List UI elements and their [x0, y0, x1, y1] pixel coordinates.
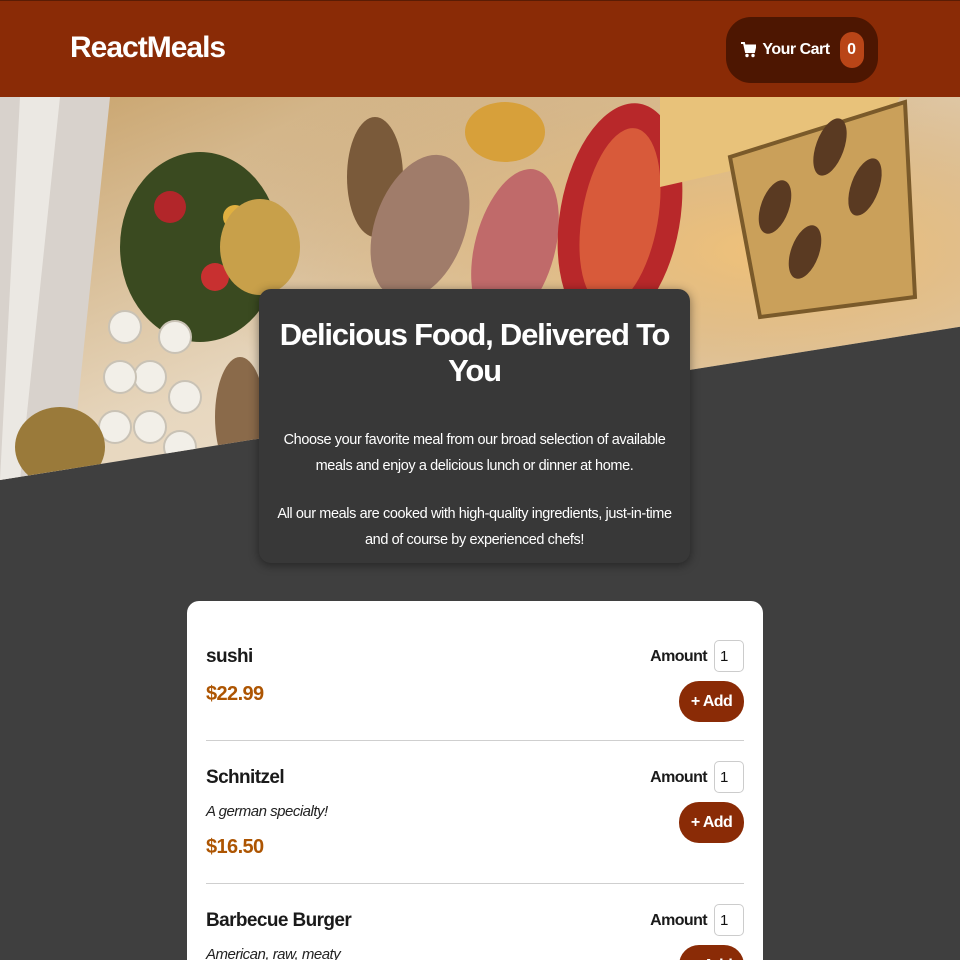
meal-name: sushi	[206, 646, 253, 667]
meal-item: Schnitzel A german specialty! $16.50 Amo…	[206, 741, 744, 884]
cart-icon	[741, 42, 757, 58]
meal-item: sushi $22.99 Amount + Add	[206, 601, 744, 741]
amount-input[interactable]	[714, 640, 744, 672]
meal-item: Barbecue Burger American, raw, meaty Amo…	[206, 884, 744, 960]
app-header: ReactMeals Your Cart 0	[0, 0, 960, 97]
amount-label: Amount	[650, 648, 707, 665]
brand-title: ReactMeals	[70, 31, 226, 64]
cart-label: Your Cart	[762, 41, 830, 58]
meals-list: sushi $22.99 Amount + Add Schnitzel A ge…	[187, 601, 763, 960]
add-button[interactable]: + Add	[679, 681, 744, 722]
meal-name: Barbecue Burger	[206, 910, 352, 931]
amount-label: Amount	[650, 769, 707, 786]
summary-card: Delicious Food, Delivered To You Choose …	[259, 289, 690, 563]
meal-description: A german specialty!	[206, 803, 328, 820]
meal-name: Schnitzel	[206, 767, 285, 788]
meal-price: $22.99	[206, 683, 264, 705]
amount-input[interactable]	[714, 761, 744, 793]
cart-count-badge: 0	[839, 32, 864, 68]
summary-title: Delicious Food, Delivered To You	[279, 317, 671, 388]
add-button[interactable]: + Add	[679, 945, 744, 960]
meal-price: $16.50	[206, 836, 264, 858]
summary-paragraph-2: All our meals are cooked with high-quali…	[277, 506, 672, 548]
amount-label: Amount	[650, 912, 707, 929]
summary-paragraph-1: Choose your favorite meal from our broad…	[283, 432, 666, 474]
add-button[interactable]: + Add	[679, 802, 744, 843]
cart-button[interactable]: Your Cart 0	[726, 17, 878, 83]
amount-input[interactable]	[714, 904, 744, 936]
meal-description: American, raw, meaty	[206, 946, 341, 960]
